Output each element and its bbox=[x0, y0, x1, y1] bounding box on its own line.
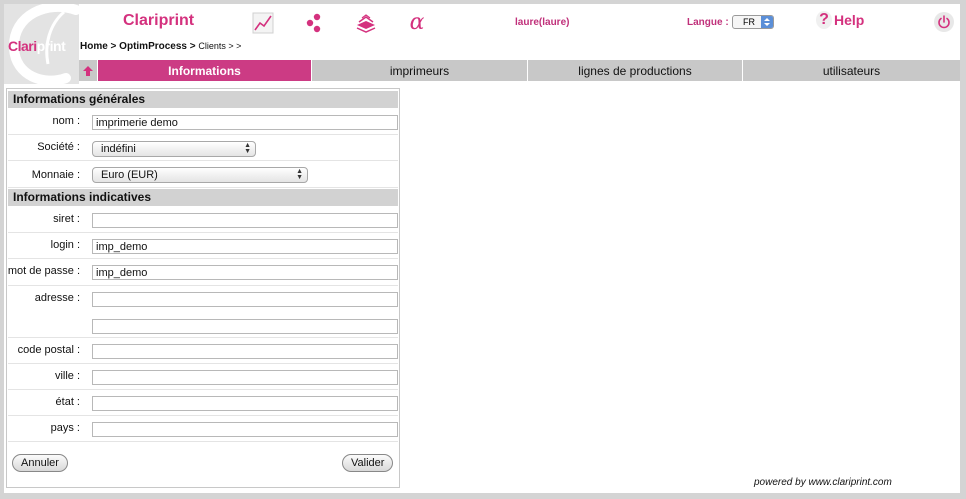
row-nom: nom : bbox=[8, 109, 398, 135]
societe-label: Société : bbox=[37, 141, 80, 153]
row-login: login : bbox=[8, 233, 398, 259]
app-title: Clariprint bbox=[123, 12, 195, 29]
client-form: Informations générales nom : Société : i… bbox=[6, 88, 400, 488]
adresse-label: adresse : bbox=[34, 292, 80, 304]
row-password: mot de passe : bbox=[8, 259, 398, 286]
breadcrumb: Home > OptimProcess > Clients > > bbox=[80, 41, 241, 52]
language-select[interactable]: FR bbox=[732, 15, 774, 29]
language-label: Langue : bbox=[687, 17, 729, 28]
tab-utilisateurs[interactable]: utilisateurs bbox=[742, 60, 960, 81]
up-arrow-icon[interactable] bbox=[79, 60, 97, 81]
tab-lignes-de-productions[interactable]: lignes de productions bbox=[527, 60, 742, 81]
monnaie-select[interactable]: Euro (EUR) ▲ ▼ bbox=[92, 167, 308, 183]
row-siret: siret : bbox=[8, 207, 398, 233]
breadcrumb-sub[interactable]: Clients > > bbox=[198, 41, 241, 51]
select-arrows-icon: ▲ ▼ bbox=[244, 142, 251, 155]
section-indicative-title: Informations indicatives bbox=[8, 189, 398, 206]
adresse-line2-input[interactable] bbox=[92, 319, 398, 334]
etat-label: état : bbox=[55, 396, 80, 408]
clariprint-logo[interactable]: Clariprint bbox=[4, 4, 79, 84]
submit-button[interactable]: Valider bbox=[342, 454, 394, 472]
code-postal-input[interactable] bbox=[92, 344, 398, 359]
ville-input[interactable] bbox=[92, 370, 398, 385]
adresse-input[interactable] bbox=[92, 292, 398, 307]
cancel-button[interactable]: Annuler bbox=[12, 454, 68, 472]
password-input[interactable] bbox=[92, 265, 398, 280]
row-adresse: adresse : bbox=[8, 286, 398, 338]
societe-select[interactable]: indéfini ▲ ▼ bbox=[92, 141, 256, 157]
login-label: login : bbox=[50, 239, 80, 251]
power-icon[interactable] bbox=[934, 12, 954, 32]
help-icon: ? bbox=[816, 11, 832, 29]
help-label: Help bbox=[834, 12, 865, 28]
siret-label: siret : bbox=[53, 213, 80, 225]
ville-label: ville : bbox=[54, 370, 80, 382]
app-window: Clariprint Clariprint α laure(laure) Lan… bbox=[4, 4, 960, 493]
help-button[interactable]: ? Help bbox=[816, 11, 864, 29]
select-arrow-icon bbox=[761, 16, 773, 28]
process-icon[interactable] bbox=[302, 11, 326, 35]
code-postal-label: code postal : bbox=[17, 344, 80, 356]
societe-value: indéfini bbox=[101, 143, 136, 155]
row-societe: Société : indéfini ▲ ▼ bbox=[8, 135, 398, 161]
row-pays: pays : bbox=[8, 416, 398, 442]
siret-input[interactable] bbox=[92, 213, 398, 228]
row-ville: ville : bbox=[8, 364, 398, 390]
pays-label: pays : bbox=[50, 422, 80, 434]
monnaie-label: Monnaie : bbox=[31, 169, 80, 181]
tab-imprimeurs[interactable]: imprimeurs bbox=[311, 60, 527, 81]
logo-text: Clariprint bbox=[8, 38, 66, 54]
password-label: mot de passe : bbox=[7, 265, 80, 277]
powered-by: powered by www.clariprint.com bbox=[754, 477, 892, 488]
nom-input[interactable] bbox=[92, 115, 398, 130]
tab-informations[interactable]: Informations bbox=[97, 60, 311, 81]
row-code-postal: code postal : bbox=[8, 338, 398, 364]
row-monnaie: Monnaie : Euro (EUR) ▲ ▼ bbox=[8, 161, 398, 188]
alpha-icon[interactable]: α bbox=[405, 11, 429, 35]
tab-bar: Informations imprimeurs lignes de produc… bbox=[79, 60, 960, 81]
chart-icon[interactable] bbox=[251, 11, 275, 35]
etat-input[interactable] bbox=[92, 396, 398, 411]
row-etat: état : bbox=[8, 390, 398, 416]
nom-label: nom : bbox=[52, 115, 80, 127]
user-name: laure(laure) bbox=[515, 17, 570, 28]
paper-stack-icon[interactable] bbox=[354, 11, 378, 35]
select-arrows-icon: ▲ ▼ bbox=[296, 168, 303, 181]
breadcrumb-main[interactable]: Home > OptimProcess > bbox=[80, 41, 198, 52]
language-value: FR bbox=[743, 17, 755, 27]
login-input[interactable] bbox=[92, 239, 398, 254]
section-general-title: Informations générales bbox=[8, 91, 398, 108]
monnaie-value: Euro (EUR) bbox=[101, 169, 158, 181]
pays-input[interactable] bbox=[92, 422, 398, 437]
